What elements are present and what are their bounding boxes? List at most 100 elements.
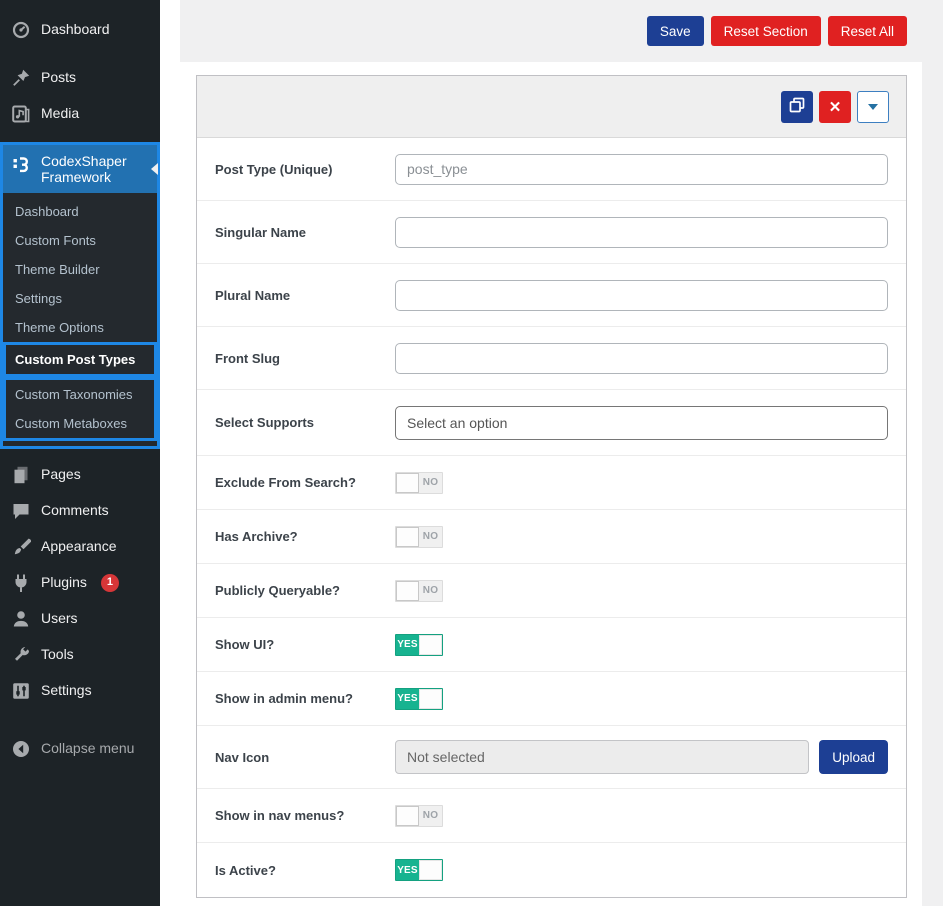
field-label: Post Type (Unique) xyxy=(215,161,333,177)
singular-name-input[interactable] xyxy=(395,216,888,248)
submenu-item-custom-post-types[interactable]: Custom Post Types xyxy=(6,345,154,374)
sidebar-item-appearance[interactable]: Appearance xyxy=(0,529,160,565)
toggle-knob xyxy=(396,526,419,547)
select-supports-select[interactable]: Select an option xyxy=(395,405,888,440)
field-label: Is Active? xyxy=(215,862,276,878)
form-row-select-supports: Select Supports Select an option xyxy=(197,390,906,456)
submenu-item-custom-taxonomies[interactable]: Custom Taxonomies xyxy=(6,380,154,409)
clone-icon xyxy=(787,95,807,118)
sidebar-item-settings[interactable]: Settings xyxy=(0,673,160,709)
form-row-plural-name: Plural Name xyxy=(197,264,906,327)
form-row-front-slug: Front Slug xyxy=(197,327,906,390)
sidebar-item-plugins[interactable]: Plugins 1 xyxy=(0,565,160,601)
sidebar-item-codexshaper-framework[interactable]: CodexShaper Framework xyxy=(3,145,158,193)
clone-button[interactable] xyxy=(781,90,813,123)
field-control: NO xyxy=(395,471,888,494)
collapse-button[interactable] xyxy=(857,90,889,123)
toggle-knob xyxy=(419,860,442,880)
highlight-box-siblings: Custom Taxonomies Custom Metaboxes xyxy=(3,377,157,441)
exclude-from-search-toggle[interactable]: NO xyxy=(395,471,443,494)
settings-toolbar: Save Reset Section Reset All xyxy=(180,0,943,62)
reset-all-button[interactable]: Reset All xyxy=(827,16,907,46)
post-type-form: Post Type (Unique) Singular Name Plural Na… xyxy=(197,138,906,897)
toggle-state-label: NO xyxy=(422,810,439,821)
sidebar-item-label: Media xyxy=(41,105,80,122)
sidebar-item-comments[interactable]: Comments xyxy=(0,493,160,529)
codexshaper-framework-section: CodexShaper Framework Dashboard Custom Fon… xyxy=(0,142,160,449)
field-control: NO xyxy=(395,579,888,602)
codexshaper-submenu: Dashboard Custom Fonts Theme Builder Settin… xyxy=(3,193,157,446)
toggle-state-label: NO xyxy=(422,531,439,542)
form-row-has-archive: Has Archive? NO xyxy=(197,510,906,564)
publicly-queryable-toggle[interactable]: NO xyxy=(395,579,443,602)
toggle-state-label: NO xyxy=(422,477,439,488)
submenu-item-custom-fonts[interactable]: Custom Fonts xyxy=(3,226,157,255)
wrench-icon xyxy=(11,645,31,665)
form-row-post-type-unique: Post Type (Unique) xyxy=(197,138,906,201)
post-type-unique-input[interactable] xyxy=(395,153,888,185)
media-icon xyxy=(11,104,31,124)
sidebar-item-tools[interactable]: Tools xyxy=(0,637,160,673)
field-control xyxy=(395,216,888,248)
delete-button[interactable]: ✕ xyxy=(819,90,851,123)
sliders-icon xyxy=(11,681,31,701)
highlight-box-current: Custom Post Types xyxy=(3,342,157,377)
field-label: Front Slug xyxy=(215,350,280,366)
field-label: Select Supports xyxy=(215,415,314,430)
field-label: Show in admin menu? xyxy=(215,691,353,706)
field-label: Show in nav menus? xyxy=(215,808,345,823)
user-icon xyxy=(11,609,31,629)
show-in-nav-menus-toggle[interactable]: NO xyxy=(395,804,443,827)
pin-icon xyxy=(11,68,31,88)
show-in-admin-menu-toggle[interactable]: YES xyxy=(395,687,443,710)
plugin-icon xyxy=(11,573,31,593)
upload-button[interactable]: Upload xyxy=(819,740,888,774)
submenu-item-settings[interactable]: Settings xyxy=(3,284,157,313)
field-label: Publicly Queryable? xyxy=(215,583,340,598)
field-control: YES xyxy=(395,859,888,881)
field-control: YES xyxy=(395,687,888,710)
toggle-knob xyxy=(396,472,419,493)
toggle-state-label: YES xyxy=(397,639,418,650)
is-active-toggle[interactable]: YES xyxy=(395,859,443,881)
current-menu-arrow-icon xyxy=(145,163,158,175)
show-ui-toggle[interactable]: YES xyxy=(395,633,443,656)
field-control: Select an option xyxy=(395,405,888,440)
sidebar-item-media[interactable]: Media xyxy=(0,96,160,132)
sidebar-item-label: Dashboard xyxy=(41,21,110,38)
page-right-gutter xyxy=(922,62,943,906)
toggle-knob xyxy=(396,580,419,601)
sidebar-item-pages[interactable]: Pages xyxy=(0,457,160,493)
submenu-item-custom-metaboxes[interactable]: Custom Metaboxes xyxy=(6,409,154,438)
submenu-item-dashboard[interactable]: Dashboard xyxy=(3,197,157,226)
toggle-state-label: NO xyxy=(422,585,439,596)
field-label: Has Archive? xyxy=(215,529,298,544)
reset-section-button[interactable]: Reset Section xyxy=(710,16,821,46)
form-row-show-ui: Show UI? YES xyxy=(197,618,906,672)
sidebar-item-users[interactable]: Users xyxy=(0,601,160,637)
save-button[interactable]: Save xyxy=(646,16,704,46)
sidebar-item-dashboard[interactable]: Dashboard xyxy=(0,12,160,48)
field-label: Nav Icon xyxy=(215,749,270,765)
submenu-item-theme-options[interactable]: Theme Options xyxy=(3,313,157,342)
brush-icon xyxy=(11,537,31,557)
form-row-show-in-nav-menus: Show in nav menus? NO xyxy=(197,789,906,843)
dashboard-icon xyxy=(11,20,31,40)
plural-name-input[interactable] xyxy=(395,279,888,311)
field-control xyxy=(395,342,888,374)
collapse-icon xyxy=(11,739,31,759)
form-row-exclude-from-search: Exclude From Search? NO xyxy=(197,456,906,510)
field-control: NO xyxy=(395,525,888,548)
plugins-update-badge: 1 xyxy=(100,574,119,592)
submenu-item-theme-builder[interactable]: Theme Builder xyxy=(3,255,157,284)
toggle-state-label: YES xyxy=(397,693,418,704)
sidebar-item-label: Comments xyxy=(41,502,109,519)
nav-icon-value[interactable]: Not selected xyxy=(395,740,810,774)
front-slug-input[interactable] xyxy=(395,342,888,374)
sidebar-item-collapse-menu[interactable]: Collapse menu xyxy=(0,731,160,767)
sidebar-item-posts[interactable]: Posts xyxy=(0,60,160,96)
comment-icon xyxy=(11,501,31,521)
sidebar-item-label: Plugins xyxy=(41,574,87,591)
form-row-is-active: Is Active? YES xyxy=(197,843,906,897)
has-archive-toggle[interactable]: NO xyxy=(395,525,443,548)
